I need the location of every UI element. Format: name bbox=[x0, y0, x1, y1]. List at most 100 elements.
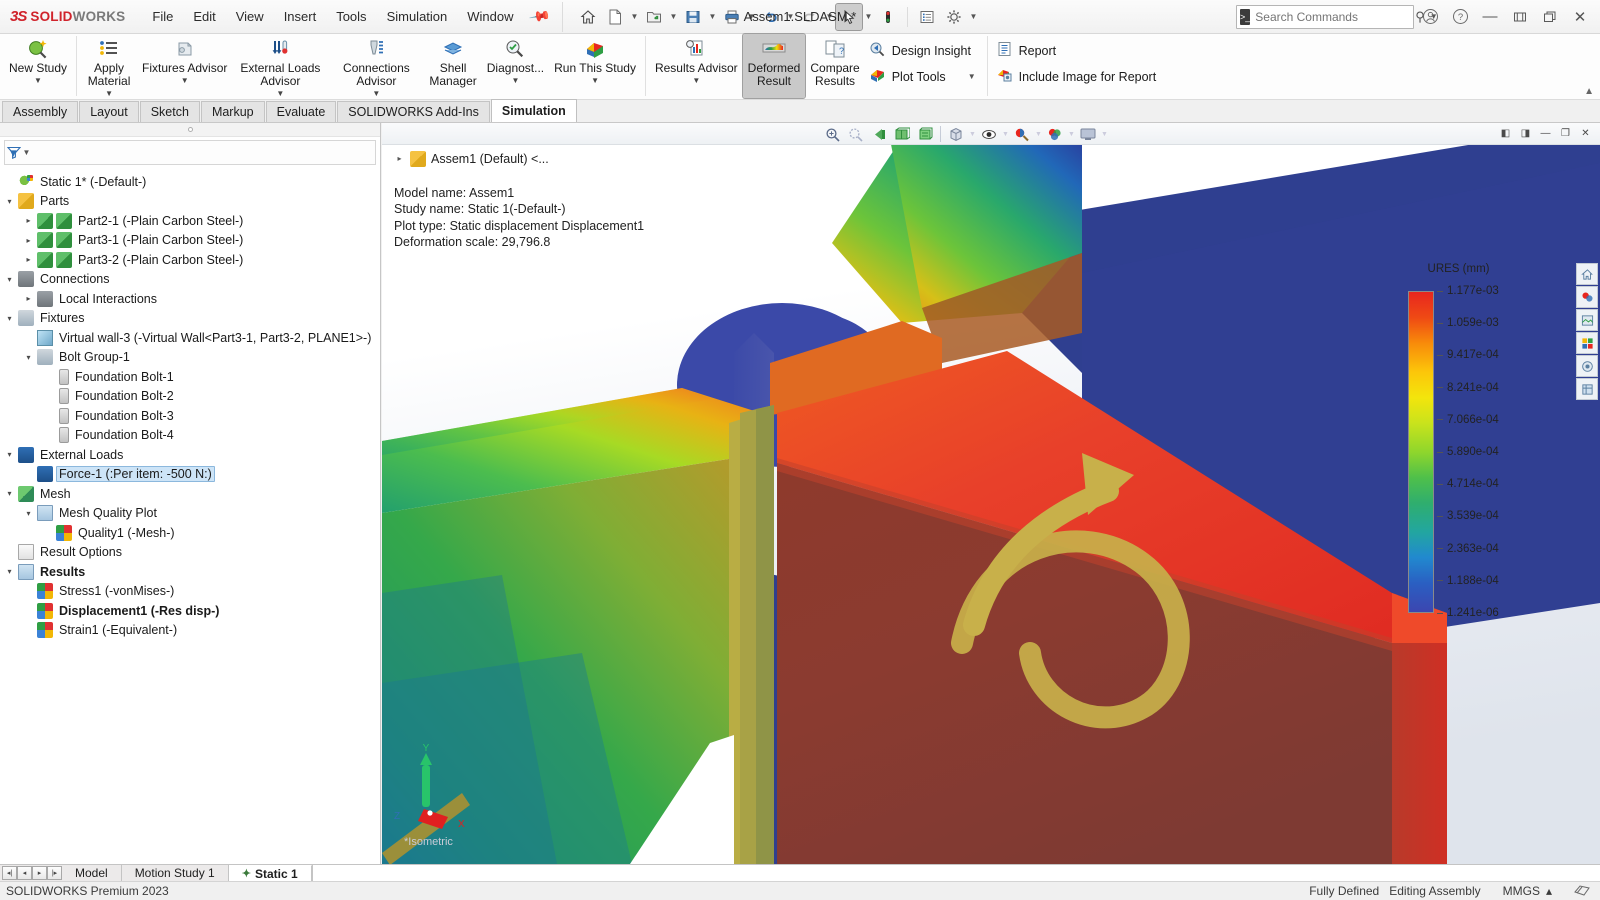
tree-filter-bar[interactable]: ▾ ▼ bbox=[4, 140, 376, 165]
help-icon[interactable]: ? bbox=[1446, 4, 1474, 30]
restore-pane-left-icon[interactable]: ◧ bbox=[1497, 126, 1514, 142]
menu-view[interactable]: View bbox=[227, 5, 273, 28]
tree-node[interactable]: ▾Mesh bbox=[4, 484, 380, 504]
overlay-icon[interactable] bbox=[1574, 883, 1590, 900]
filter-dropdown-icon[interactable]: ▼ bbox=[23, 148, 31, 157]
edit-appearance-dropdown[interactable]: ▼ bbox=[1034, 131, 1043, 138]
tree-twisty-icon[interactable]: ▾ bbox=[4, 489, 15, 498]
tree-node[interactable]: Force-1 (:Per item: -500 N:) bbox=[4, 465, 380, 485]
tree-node[interactable]: Foundation Bolt-3 bbox=[4, 406, 380, 426]
run-this-study-button[interactable]: Run This Study ▼ bbox=[549, 34, 641, 98]
tab-layout[interactable]: Layout bbox=[79, 101, 139, 122]
results-advisor-dropdown[interactable]: ▼ bbox=[692, 76, 700, 85]
connections-advisor-button[interactable]: Connections Advisor ▼ bbox=[328, 34, 424, 98]
bottom-tab-static-1[interactable]: ✦ Static 1 bbox=[229, 865, 312, 881]
pin-icon[interactable]: 📌 bbox=[527, 5, 551, 29]
search-input[interactable] bbox=[1255, 10, 1410, 24]
collapse-ribbon-icon[interactable]: ▲ bbox=[1584, 86, 1594, 97]
undo-icon[interactable] bbox=[758, 4, 784, 30]
tree-node[interactable]: ▸Part3-1 (-Plain Carbon Steel-) bbox=[4, 231, 380, 251]
fixtures-advisor-button[interactable]: Fixtures Advisor ▼ bbox=[137, 34, 232, 98]
custom-views-icon[interactable] bbox=[1576, 378, 1598, 400]
menu-window[interactable]: Window bbox=[458, 5, 522, 28]
tab-evaluate[interactable]: Evaluate bbox=[266, 101, 337, 122]
first-tab-button[interactable]: ◂| bbox=[2, 866, 17, 880]
previous-view-icon[interactable] bbox=[868, 124, 890, 144]
display-states-icon[interactable] bbox=[1576, 332, 1598, 354]
assembly-expand-twisty[interactable]: ▸ bbox=[394, 151, 405, 168]
redo-icon[interactable] bbox=[797, 4, 823, 30]
tree-node[interactable]: ▾Connections bbox=[4, 270, 380, 290]
rebuild-icon[interactable] bbox=[875, 4, 901, 30]
minimize-view-button[interactable]: — bbox=[1537, 126, 1554, 142]
external-loads-advisor-button[interactable]: External Loads Advisor ▼ bbox=[232, 34, 328, 98]
tree-node[interactable]: Displacement1 (-Res disp-) bbox=[4, 601, 380, 621]
display-style-icon[interactable] bbox=[945, 124, 967, 144]
tree-twisty-icon[interactable]: ▸ bbox=[23, 236, 34, 245]
connections-advisor-dropdown[interactable]: ▼ bbox=[372, 89, 380, 98]
tree-node[interactable]: ▾Fixtures bbox=[4, 309, 380, 329]
tree-twisty-icon[interactable]: ▾ bbox=[23, 509, 34, 518]
panel-handle-icon[interactable] bbox=[188, 127, 193, 132]
compare-results-button[interactable]: ? Compare Results bbox=[805, 34, 864, 98]
report-button[interactable]: Report bbox=[992, 39, 1164, 62]
results-advisor-button[interactable]: Results Advisor ▼ bbox=[650, 34, 743, 98]
minimize-button[interactable]: — bbox=[1476, 4, 1504, 30]
tree-node[interactable]: ▾Results bbox=[4, 562, 380, 582]
diagnostics-dropdown[interactable]: ▼ bbox=[511, 76, 519, 85]
section-view-icon[interactable] bbox=[891, 124, 913, 144]
open-document-dropdown[interactable]: ▼ bbox=[668, 4, 679, 30]
account-icon[interactable] bbox=[1416, 4, 1444, 30]
view-orientation-icon[interactable] bbox=[914, 124, 936, 144]
menu-tools[interactable]: Tools bbox=[327, 5, 375, 28]
tree-node[interactable]: Static 1* (-Default-) bbox=[4, 172, 380, 192]
external-loads-advisor-dropdown[interactable]: ▼ bbox=[276, 89, 284, 98]
tree-twisty-icon[interactable]: ▾ bbox=[4, 197, 15, 206]
design-insight-button[interactable]: Design Insight bbox=[865, 39, 983, 62]
tree-node[interactable]: ▾Parts bbox=[4, 192, 380, 212]
appearances-icon[interactable] bbox=[1576, 286, 1598, 308]
status-units[interactable]: MMGS bbox=[1503, 884, 1540, 898]
tab-assembly[interactable]: Assembly bbox=[2, 101, 78, 122]
apply-material-button[interactable]: Apply Material ▼ bbox=[81, 34, 137, 98]
apply-scene-dropdown[interactable]: ▼ bbox=[1067, 131, 1076, 138]
graphics-area[interactable]: Y X Z *Isometric ◧ ◨ — ❐ ✕ bbox=[382, 123, 1600, 864]
maximize-button[interactable] bbox=[1536, 4, 1564, 30]
bottom-tab-model[interactable]: Model bbox=[62, 865, 122, 881]
print-icon[interactable] bbox=[719, 4, 745, 30]
decals-icon[interactable] bbox=[1576, 355, 1598, 377]
tab-solidworks-add-ins[interactable]: SOLIDWORKS Add-Ins bbox=[337, 101, 490, 122]
settings-dropdown[interactable]: ▼ bbox=[968, 4, 979, 30]
tree-twisty-icon[interactable]: ▾ bbox=[4, 275, 15, 284]
zoom-to-fit-icon[interactable] bbox=[822, 124, 844, 144]
undo-dropdown[interactable]: ▼ bbox=[785, 4, 796, 30]
search-commands-box[interactable]: >_ ⚲ ▼ bbox=[1236, 5, 1414, 29]
tree-twisty-icon[interactable]: ▸ bbox=[23, 255, 34, 264]
menu-edit[interactable]: Edit bbox=[184, 5, 224, 28]
tree-node[interactable]: Stress1 (-vonMises-) bbox=[4, 582, 380, 602]
options-list-icon[interactable] bbox=[914, 4, 940, 30]
redo-dropdown[interactable]: ▼ bbox=[824, 4, 835, 30]
new-document-dropdown[interactable]: ▼ bbox=[629, 4, 640, 30]
tree-twisty-icon[interactable]: ▸ bbox=[23, 216, 34, 225]
result-color-legend[interactable]: URES (mm) 1.177e-031.059e-039.417e-048.2… bbox=[1402, 263, 1515, 613]
previous-tab-button[interactable]: ◂ bbox=[17, 866, 32, 880]
tree-node[interactable]: ▾Mesh Quality Plot bbox=[4, 504, 380, 524]
select-dropdown[interactable]: ▼ bbox=[863, 4, 874, 30]
print-dropdown[interactable]: ▼ bbox=[746, 4, 757, 30]
hide-show-items-icon[interactable] bbox=[978, 124, 1000, 144]
display-style-dropdown[interactable]: ▼ bbox=[968, 131, 977, 138]
tree-node[interactable]: Result Options bbox=[4, 543, 380, 563]
feature-manager-tab-strip[interactable] bbox=[0, 123, 380, 137]
menu-simulation[interactable]: Simulation bbox=[378, 5, 457, 28]
shell-manager-button[interactable]: Shell Manager bbox=[424, 34, 481, 98]
tree-node[interactable]: ▾External Loads bbox=[4, 445, 380, 465]
menu-insert[interactable]: Insert bbox=[275, 5, 326, 28]
tab-simulation[interactable]: Simulation bbox=[491, 99, 577, 122]
apply-scene-icon[interactable] bbox=[1044, 124, 1066, 144]
tree-node[interactable]: ▾Bolt Group-1 bbox=[4, 348, 380, 368]
tree-node[interactable]: Foundation Bolt-1 bbox=[4, 367, 380, 387]
tree-node[interactable]: Foundation Bolt-2 bbox=[4, 387, 380, 407]
close-view-button[interactable]: ✕ bbox=[1577, 126, 1594, 142]
assembly-tree-root-row[interactable]: ▸ Assem1 (Default) <... bbox=[394, 151, 644, 168]
